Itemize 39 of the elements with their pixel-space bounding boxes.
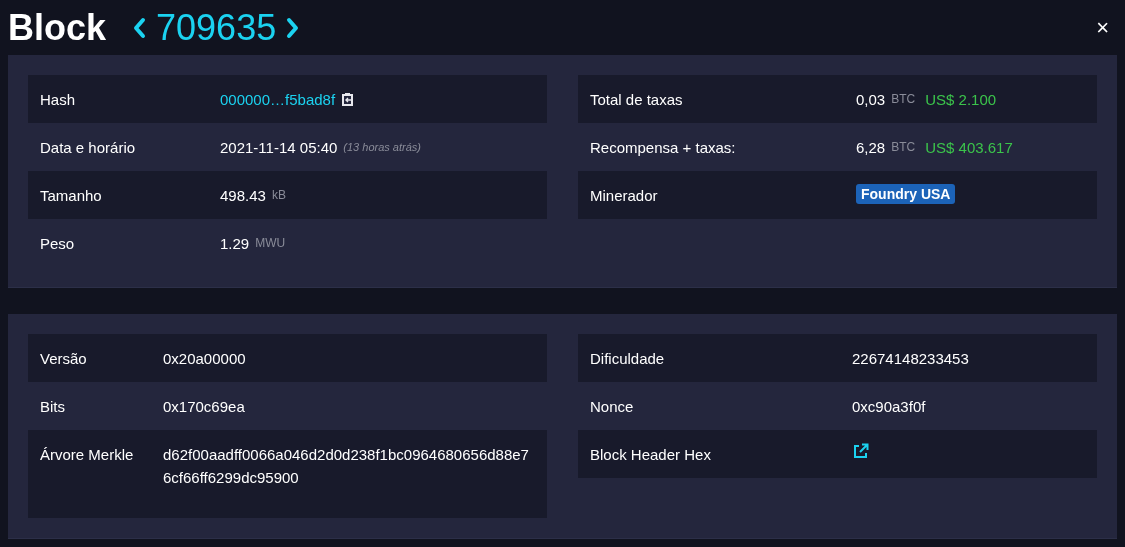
copy-icon[interactable] (341, 92, 355, 107)
field-label: Bits (40, 397, 66, 417)
field-value: 0,03 (856, 90, 886, 110)
unit-label: BTC (891, 139, 916, 156)
unit-label: BTC (891, 91, 916, 108)
unit-label: kB (271, 187, 286, 204)
field-label: Árvore Merkle (40, 445, 135, 465)
external-link-icon[interactable] (852, 443, 869, 460)
fiat-value: US$ 403.617 (925, 138, 1013, 158)
field-value: 0x20a00000 (163, 349, 246, 369)
hash-link[interactable]: 000000…f5bad8f (220, 88, 336, 111)
field-value: 0x170c69ea (163, 397, 245, 417)
field-label: Minerador (590, 186, 659, 206)
field-label: Nonce (590, 397, 635, 417)
miner-tag[interactable]: Foundry USA (856, 184, 956, 204)
close-button[interactable]: × (1092, 14, 1113, 41)
fiat-value: US$ 2.100 (925, 90, 997, 110)
chevron-left-icon[interactable] (132, 16, 147, 39)
field-label: Recompensa + taxas: (590, 138, 737, 158)
field-value: d62f00aadff0066a046d2d0d238f1bc0964680656d88e76cf66ff6299dc95900 (163, 445, 530, 488)
field-label: Versão (40, 349, 88, 369)
field-value: 2021-11-14 05:40 (220, 138, 338, 158)
field-label: Dificuldade (590, 349, 666, 369)
relative-time: (13 horas atrás) (343, 140, 421, 155)
field-label: Data e horário (40, 138, 137, 158)
field-label: Total de taxas (590, 90, 684, 110)
field-label: Block Header Hex (590, 445, 712, 465)
field-label: Hash (40, 90, 77, 110)
unit-label: MWU (255, 235, 286, 252)
block-number: 709635 (156, 6, 277, 49)
field-value: 498.43 (220, 186, 266, 206)
field-label: Peso (40, 234, 76, 254)
field-value: 0xc90a3f0f (852, 397, 926, 417)
page-title: Block (8, 6, 107, 49)
field-value: 1.29 (220, 234, 250, 254)
field-value: 6,28 (856, 138, 886, 158)
field-value: 22674148233453 (852, 349, 969, 369)
chevron-right-icon[interactable] (286, 16, 301, 39)
field-label: Tamanho (40, 186, 103, 206)
